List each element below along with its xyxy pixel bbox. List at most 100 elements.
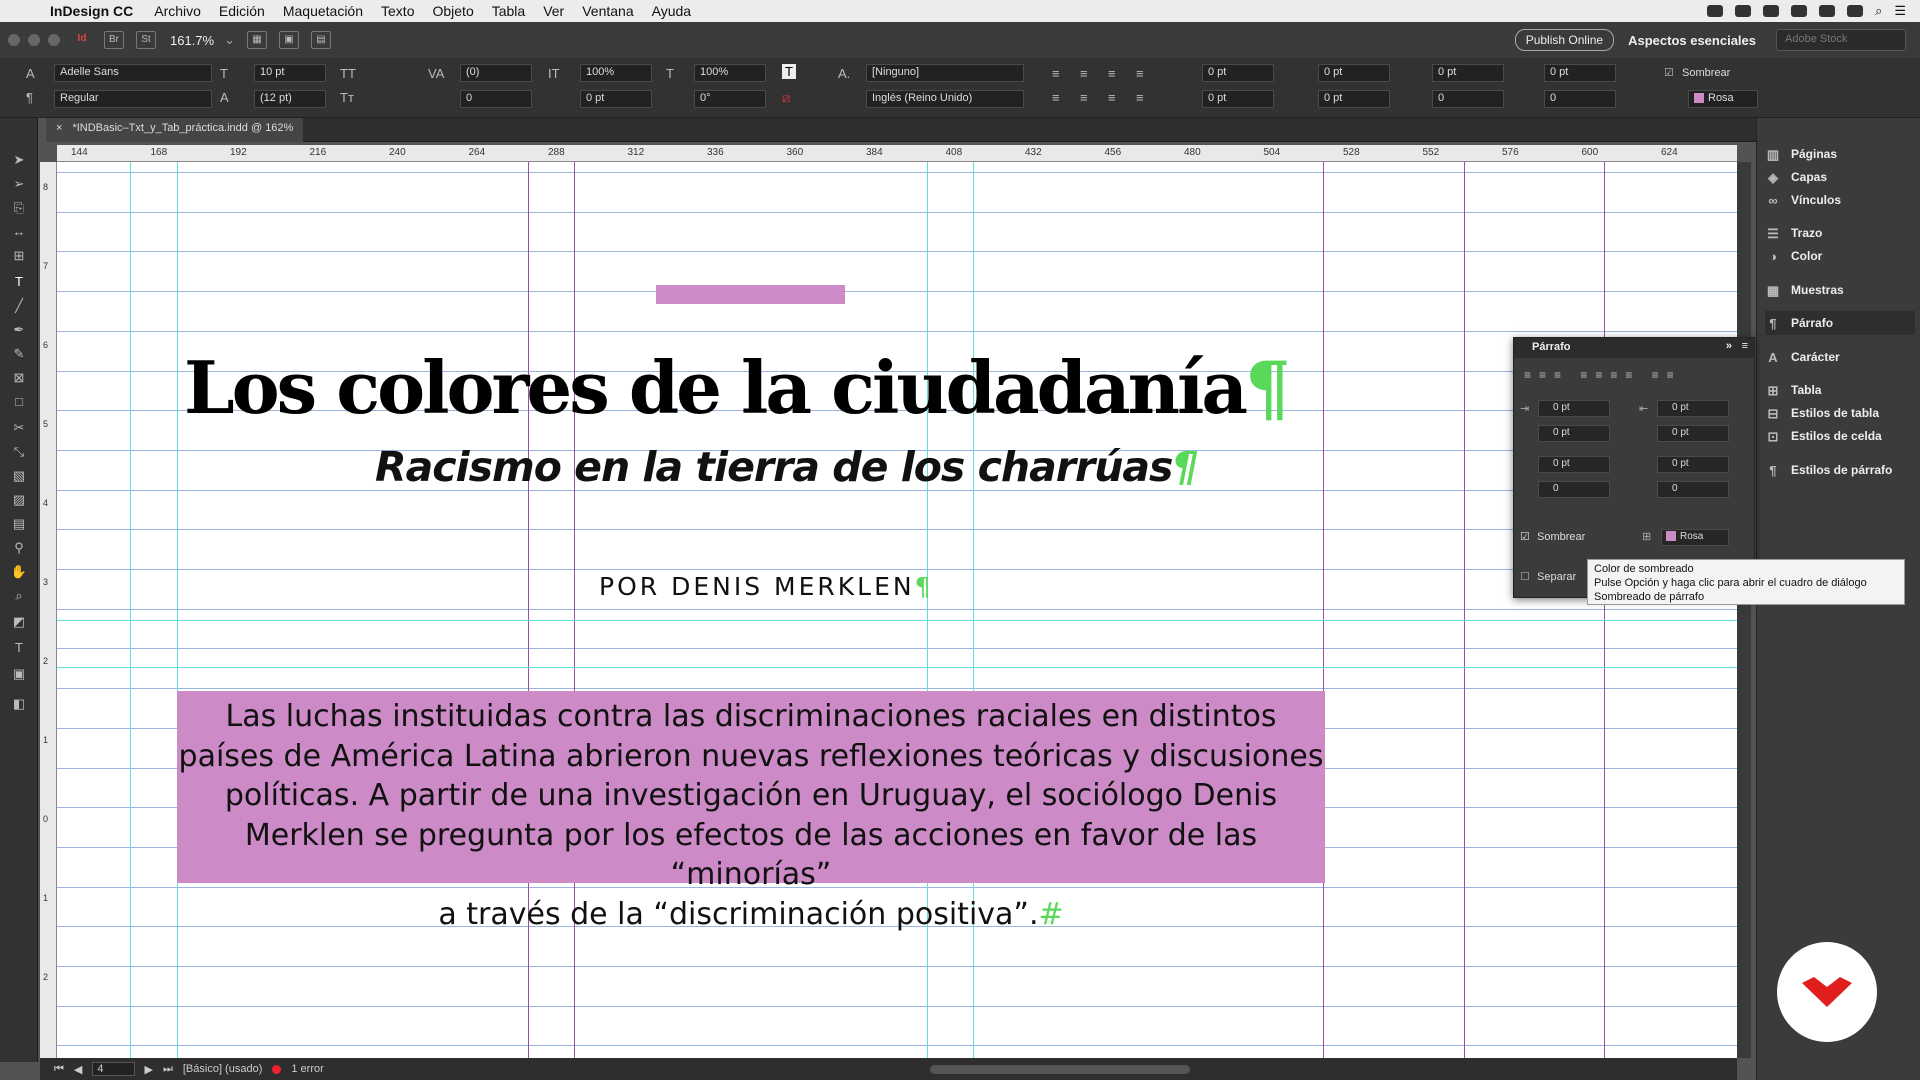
panel-drop-cap-lines-field[interactable]: 0 — [1538, 481, 1610, 498]
panel-space-after-field[interactable]: 0 pt — [1657, 456, 1729, 473]
selection-tool-icon[interactable]: ➤ — [9, 152, 29, 170]
dock-item-estilos-tabla[interactable]: ⊟ Estilos de tabla — [1765, 401, 1915, 425]
type-tool-icon[interactable]: T — [9, 274, 29, 292]
last-page-icon[interactable]: ⏭ — [163, 1063, 173, 1076]
stock-button[interactable]: St — [136, 31, 156, 49]
dock-item-tabla[interactable]: ⊞ Tabla — [1765, 378, 1915, 402]
line-tool-icon[interactable]: ╱ — [9, 298, 29, 316]
dock-item-color[interactable]: ◑ Color — [1765, 244, 1915, 268]
minimize-window-icon[interactable] — [28, 34, 40, 46]
stroke-none-icon[interactable]: ⧄ — [782, 90, 790, 106]
page-number-field[interactable]: 4 — [92, 1062, 135, 1076]
dock-item-trazo[interactable]: ☰ Trazo — [1765, 221, 1915, 245]
paragraph-formatting-icon[interactable]: ¶ — [26, 90, 33, 105]
search-icon[interactable]: ⌕ — [1875, 3, 1882, 19]
panel-first-line-indent-field[interactable]: 0 pt — [1538, 425, 1610, 442]
note-tool-icon[interactable]: ▤ — [9, 516, 29, 534]
dock-item-estilos-parrafo[interactable]: ¶ Estilos de párrafo — [1765, 458, 1915, 482]
align-spine-icon[interactable]: ≡ — [1136, 90, 1144, 105]
justify-all-icon[interactable]: ≡ — [1108, 90, 1116, 105]
small-caps-icon[interactable]: Tт — [340, 90, 354, 105]
align-left-icon[interactable]: ≡ — [1052, 66, 1060, 81]
list-icon[interactable]: ☰ — [1894, 3, 1906, 19]
first-line-indent-field[interactable]: 0 pt — [1202, 90, 1274, 108]
arrange-documents-icon[interactable]: ▤ — [311, 31, 331, 49]
panel-shade-color-field[interactable]: Rosa — [1661, 529, 1729, 546]
eyedropper-tool-icon[interactable]: ⚲ — [9, 540, 29, 558]
workspace-switcher[interactable]: Aspectos esenciales — [1628, 33, 1756, 48]
space-before-field[interactable]: 0 pt — [1432, 64, 1504, 82]
page-tool-icon[interactable]: ⎘ — [9, 200, 29, 218]
zoom-window-icon[interactable] — [48, 34, 60, 46]
zoom-tool-icon[interactable]: ⌕ — [9, 588, 29, 606]
menu-texto[interactable]: Texto — [372, 3, 423, 19]
next-page-icon[interactable]: ▶ — [145, 1063, 153, 1076]
skew-field[interactable]: 0° — [694, 90, 766, 108]
dock-item-estilos-celda[interactable]: ⊡ Estilos de celda — [1765, 424, 1915, 448]
fill-stroke-icon[interactable]: ◩ — [9, 614, 29, 632]
screen-mode-icon[interactable]: ▣ — [279, 31, 299, 49]
gap-tool-icon[interactable]: ↔ — [9, 224, 29, 242]
normal-view-icon[interactable]: ▣ — [9, 666, 29, 684]
panel-separate-checkbox[interactable]: ☐ — [1520, 570, 1530, 583]
dock-item-parrafo[interactable]: ¶ Párrafo — [1765, 311, 1915, 335]
tracking-field[interactable]: 0 — [460, 90, 532, 108]
menu-archivo[interactable]: Archivo — [145, 3, 210, 19]
article-subtitle[interactable]: Racismo en la tierra de los charrúas¶ — [375, 443, 1199, 491]
menu-maquetacion[interactable]: Maquetación — [274, 3, 372, 19]
justify-icon[interactable]: ≡ — [1136, 66, 1144, 81]
first-page-icon[interactable]: ⏮ — [54, 1063, 64, 1076]
shade-color-field[interactable]: Rosa — [1688, 90, 1758, 108]
vertical-scale-field[interactable]: 100% — [580, 64, 652, 82]
horizontal-scale-field[interactable]: 100% — [694, 64, 766, 82]
justify-left-icon[interactable]: ≡ — [1052, 90, 1060, 105]
vertical-scrollbar[interactable] — [1737, 162, 1751, 1058]
view-options-icon[interactable]: ▦ — [247, 31, 267, 49]
dock-item-paginas[interactable]: ▥ Páginas — [1765, 142, 1915, 166]
app-name[interactable]: InDesign CC — [40, 3, 145, 19]
dock-item-caracter[interactable]: A Carácter — [1765, 345, 1915, 369]
dropbox-icon[interactable] — [1735, 5, 1752, 17]
flag-icon[interactable] — [1847, 5, 1864, 17]
dock-item-muestras[interactable]: ▦ Muestras — [1765, 278, 1915, 302]
menu-edicion[interactable]: Edición — [210, 3, 274, 19]
pen-tool-icon[interactable]: ✒ — [9, 322, 29, 340]
justify-center-icon[interactable]: ≡ — [1080, 90, 1088, 105]
panel-drop-cap-chars-field[interactable]: 0 — [1657, 481, 1729, 498]
preflight-profile[interactable]: [Básico] (usado) — [183, 1063, 262, 1075]
last-line-indent-field[interactable]: 0 pt — [1318, 90, 1390, 108]
screen-mode-tool-icon[interactable]: ◧ — [9, 696, 29, 714]
rectangle-tool-icon[interactable]: □ — [9, 394, 29, 412]
content-collector-icon[interactable]: ⊞ — [9, 248, 29, 266]
panel-shade-checkbox[interactable]: ☑ — [1520, 530, 1530, 543]
panel-menu-icon[interactable]: ≡ — [1742, 340, 1748, 352]
pencil-tool-icon[interactable]: ✎ — [9, 346, 29, 364]
text-fill-icon[interactable]: T — [782, 64, 796, 79]
chevron-down-icon[interactable]: ⌄ — [224, 32, 235, 48]
menu-ayuda[interactable]: Ayuda — [643, 3, 700, 19]
shading-settings-icon[interactable]: ⊞ — [1642, 530, 1651, 543]
menu-tabla[interactable]: Tabla — [483, 3, 534, 19]
shade-checkbox[interactable]: ☑ — [1664, 66, 1674, 79]
decorative-pink-bar[interactable] — [656, 285, 845, 304]
lead-paragraph-shaded[interactable]: Las luchas instituidas contra las discri… — [177, 691, 1325, 932]
formatting-affects-text-icon[interactable]: T — [9, 640, 29, 658]
wifi-icon[interactable] — [1791, 5, 1808, 17]
all-caps-icon[interactable]: TT — [340, 66, 356, 81]
gradient-tool-icon[interactable]: ▧ — [9, 468, 29, 486]
close-window-icon[interactable] — [8, 34, 20, 46]
align-right-icon[interactable]: ≡ — [1108, 66, 1116, 81]
scissors-tool-icon[interactable]: ✂ — [9, 420, 29, 438]
panel-left-indent-field[interactable]: 0 pt — [1538, 400, 1610, 417]
rectangle-frame-tool-icon[interactable]: ⊠ — [9, 370, 29, 388]
bridge-button[interactable]: Br — [104, 31, 124, 49]
dock-item-vinculos[interactable]: ∞ Vínculos — [1765, 188, 1915, 212]
previous-page-icon[interactable]: ◀ — [74, 1063, 82, 1076]
alignment-buttons[interactable]: ≡≡≡ ≡≡≡≡ ≡≡ — [1524, 368, 1682, 382]
drop-cap-lines-field[interactable]: 0 — [1432, 90, 1504, 108]
paragraph-panel-header[interactable]: Párrafo» ≡ — [1514, 338, 1754, 358]
document-canvas[interactable]: Los colores de la ciudadanía¶ Racismo en… — [57, 162, 1737, 1058]
adobe-stock-search[interactable]: Adobe Stock — [1776, 29, 1906, 51]
space-after-field[interactable]: 0 pt — [1544, 64, 1616, 82]
close-tab-icon[interactable]: × — [56, 122, 62, 134]
